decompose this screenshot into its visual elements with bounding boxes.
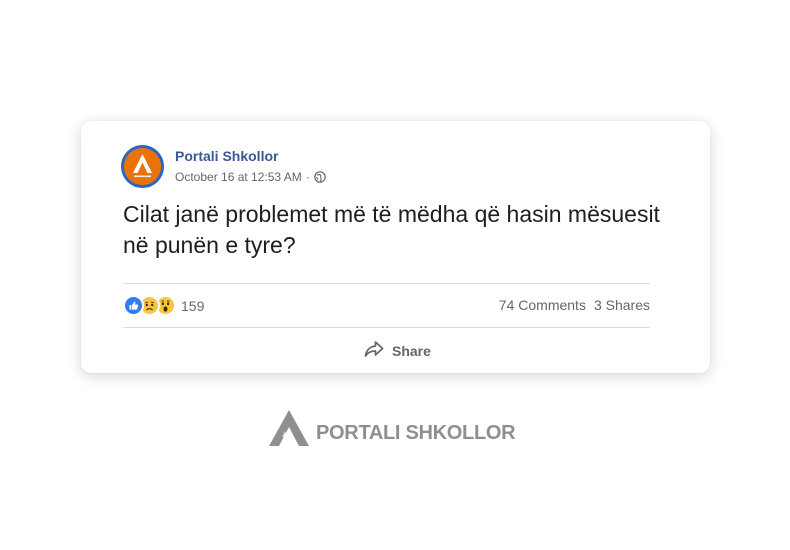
post-text: Cilat janë problemet më të mëdha që hasi…	[123, 201, 660, 258]
share-button[interactable]: Share	[364, 340, 431, 361]
engagement-stats: 74 Comments 3 Shares	[499, 297, 650, 313]
portali-logo-icon	[124, 148, 161, 185]
post-timestamp[interactable]: October 16 at 12:53 AM	[175, 170, 302, 184]
divider-top	[123, 283, 650, 284]
shares-count-link[interactable]: 3 Shares	[594, 297, 650, 313]
share-arrow-icon	[364, 340, 384, 361]
post-meta: October 16 at 12:53 AM ·	[175, 170, 326, 184]
footer-logo: PORTALI SHKOLLOR	[268, 409, 516, 452]
post-card: Portali Shkollor October 16 at 12:53 AM …	[81, 121, 710, 373]
footer-logo-text: PORTALI SHKOLLOR	[316, 422, 516, 444]
avatar[interactable]	[121, 145, 164, 188]
share-label: Share	[392, 342, 431, 359]
divider-bottom	[123, 327, 650, 328]
portali-footer-logo-icon	[268, 409, 310, 452]
reaction-count[interactable]: 159	[181, 298, 204, 314]
meta-separator: ·	[305, 170, 310, 184]
page-name-link[interactable]: Portali Shkollor	[175, 148, 278, 164]
comments-count-link[interactable]: 74 Comments	[499, 297, 586, 313]
like-icon	[123, 295, 144, 316]
reactions-summary[interactable]: 159	[123, 295, 204, 316]
globe-icon[interactable]	[313, 171, 326, 183]
page: Portali Shkollor October 16 at 12:53 AM …	[0, 0, 790, 550]
